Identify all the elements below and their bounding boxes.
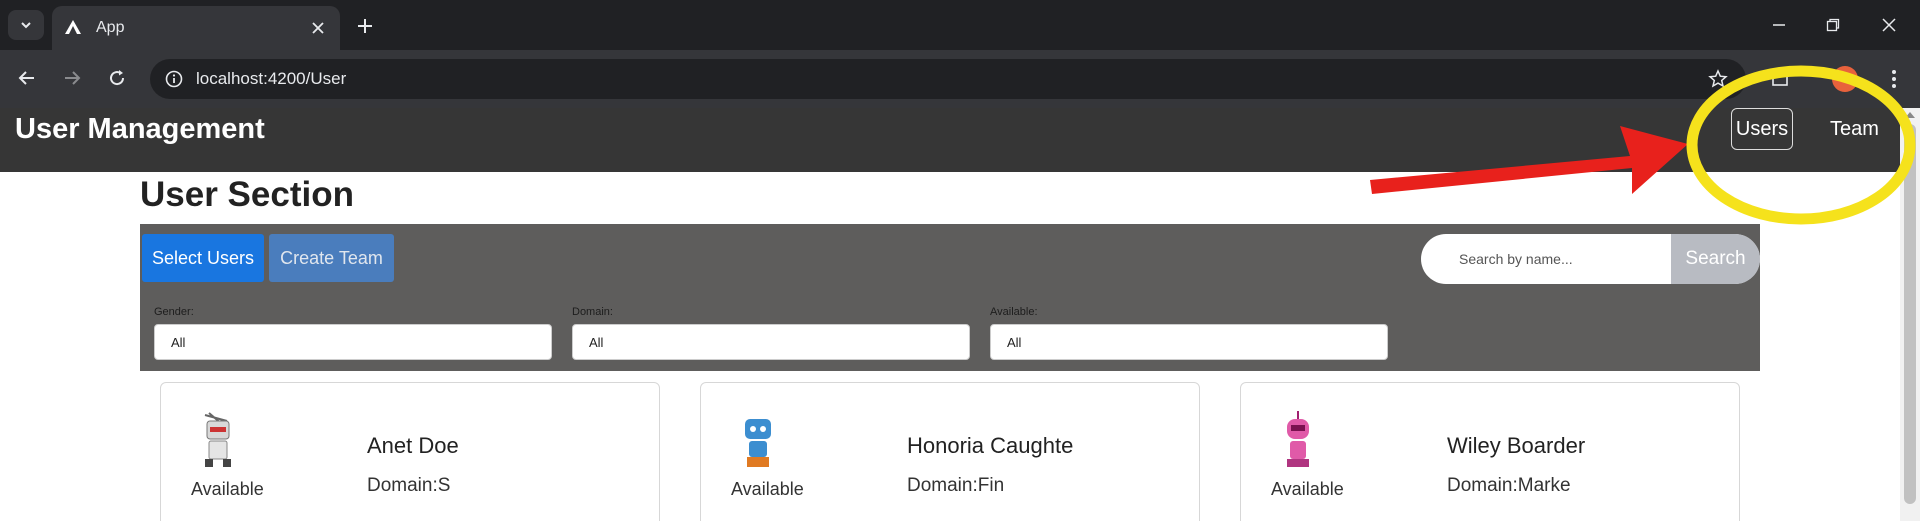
user-name: Wiley Boarder: [1447, 433, 1586, 458]
page-title: User Section: [140, 175, 354, 214]
page-scrollbar[interactable]: [1900, 108, 1920, 521]
bookmark-star-icon[interactable]: [1704, 65, 1732, 93]
menu-kebab-icon[interactable]: [1880, 65, 1908, 93]
site-info-icon[interactable]: [162, 67, 186, 91]
robot-avatar-icon: [204, 412, 231, 467]
user-card[interactable]: Available Honoria Caughte Domain:Fin: [700, 382, 1200, 521]
robot-avatar-icon: [1287, 411, 1309, 467]
user-domain: Domain:Marke: [1447, 475, 1571, 496]
app-brand-title[interactable]: User Management: [15, 113, 265, 146]
back-arrow-icon[interactable]: [12, 63, 42, 93]
forward-arrow-icon[interactable]: [57, 63, 87, 93]
gender-filter-label: Gender:: [154, 306, 194, 318]
browser-tab-bar: App: [0, 0, 1920, 50]
robot-avatar-icon: [745, 419, 771, 467]
available-filter-label: Available:: [990, 306, 1038, 318]
scrollbar-thumb[interactable]: [1904, 124, 1916, 504]
user-name: Honoria Caughte: [907, 433, 1074, 458]
filter-panel: Select Users Create Team Search Gender: …: [140, 224, 1760, 371]
availability-status: Available: [1271, 479, 1344, 499]
nav-link-users[interactable]: Users: [1731, 108, 1793, 150]
reload-icon[interactable]: [102, 63, 132, 93]
minimize-icon[interactable]: [1766, 12, 1792, 38]
angular-logo-icon: [64, 19, 82, 37]
profile-avatar[interactable]: [1832, 66, 1858, 92]
search-input[interactable]: [1421, 234, 1671, 284]
new-tab-plus-icon[interactable]: [352, 13, 378, 39]
availability-status: Available: [731, 479, 804, 499]
nav-link-team[interactable]: Team: [1830, 108, 1879, 150]
url-text[interactable]: localhost:4200/User: [196, 69, 1704, 89]
restore-icon[interactable]: [1820, 12, 1846, 38]
search-box: Search: [1421, 234, 1760, 284]
search-button[interactable]: Search: [1671, 234, 1760, 284]
create-team-button[interactable]: Create Team: [269, 234, 394, 282]
user-name: Anet Doe: [367, 433, 459, 458]
scroll-up-arrow-icon[interactable]: [1905, 112, 1915, 118]
tab-title: App: [96, 19, 125, 36]
user-domain: Domain:Fin: [907, 475, 1005, 496]
domain-filter-select[interactable]: All: [572, 324, 970, 360]
select-users-button[interactable]: Select Users: [142, 234, 264, 282]
user-domain: Domain:S: [367, 475, 451, 496]
extensions-icon[interactable]: [1766, 65, 1794, 93]
user-card[interactable]: Available Wiley Boarder Domain:Marke: [1240, 382, 1740, 521]
tab-close-icon[interactable]: [306, 16, 330, 40]
user-card[interactable]: Available Anet Doe Domain:S: [160, 382, 660, 521]
address-bar[interactable]: localhost:4200/User: [150, 59, 1746, 99]
browser-tab[interactable]: App: [52, 6, 340, 50]
window-close-icon[interactable]: [1876, 12, 1902, 38]
domain-filter-label: Domain:: [572, 306, 613, 318]
app-navbar: User Management Users Team: [0, 108, 1900, 172]
browser-toolbar: localhost:4200/User: [0, 50, 1920, 108]
tab-search-chevron-icon[interactable]: [8, 10, 44, 40]
available-filter-select[interactable]: All: [990, 324, 1388, 360]
availability-status: Available: [191, 479, 264, 499]
gender-filter-select[interactable]: All: [154, 324, 552, 360]
